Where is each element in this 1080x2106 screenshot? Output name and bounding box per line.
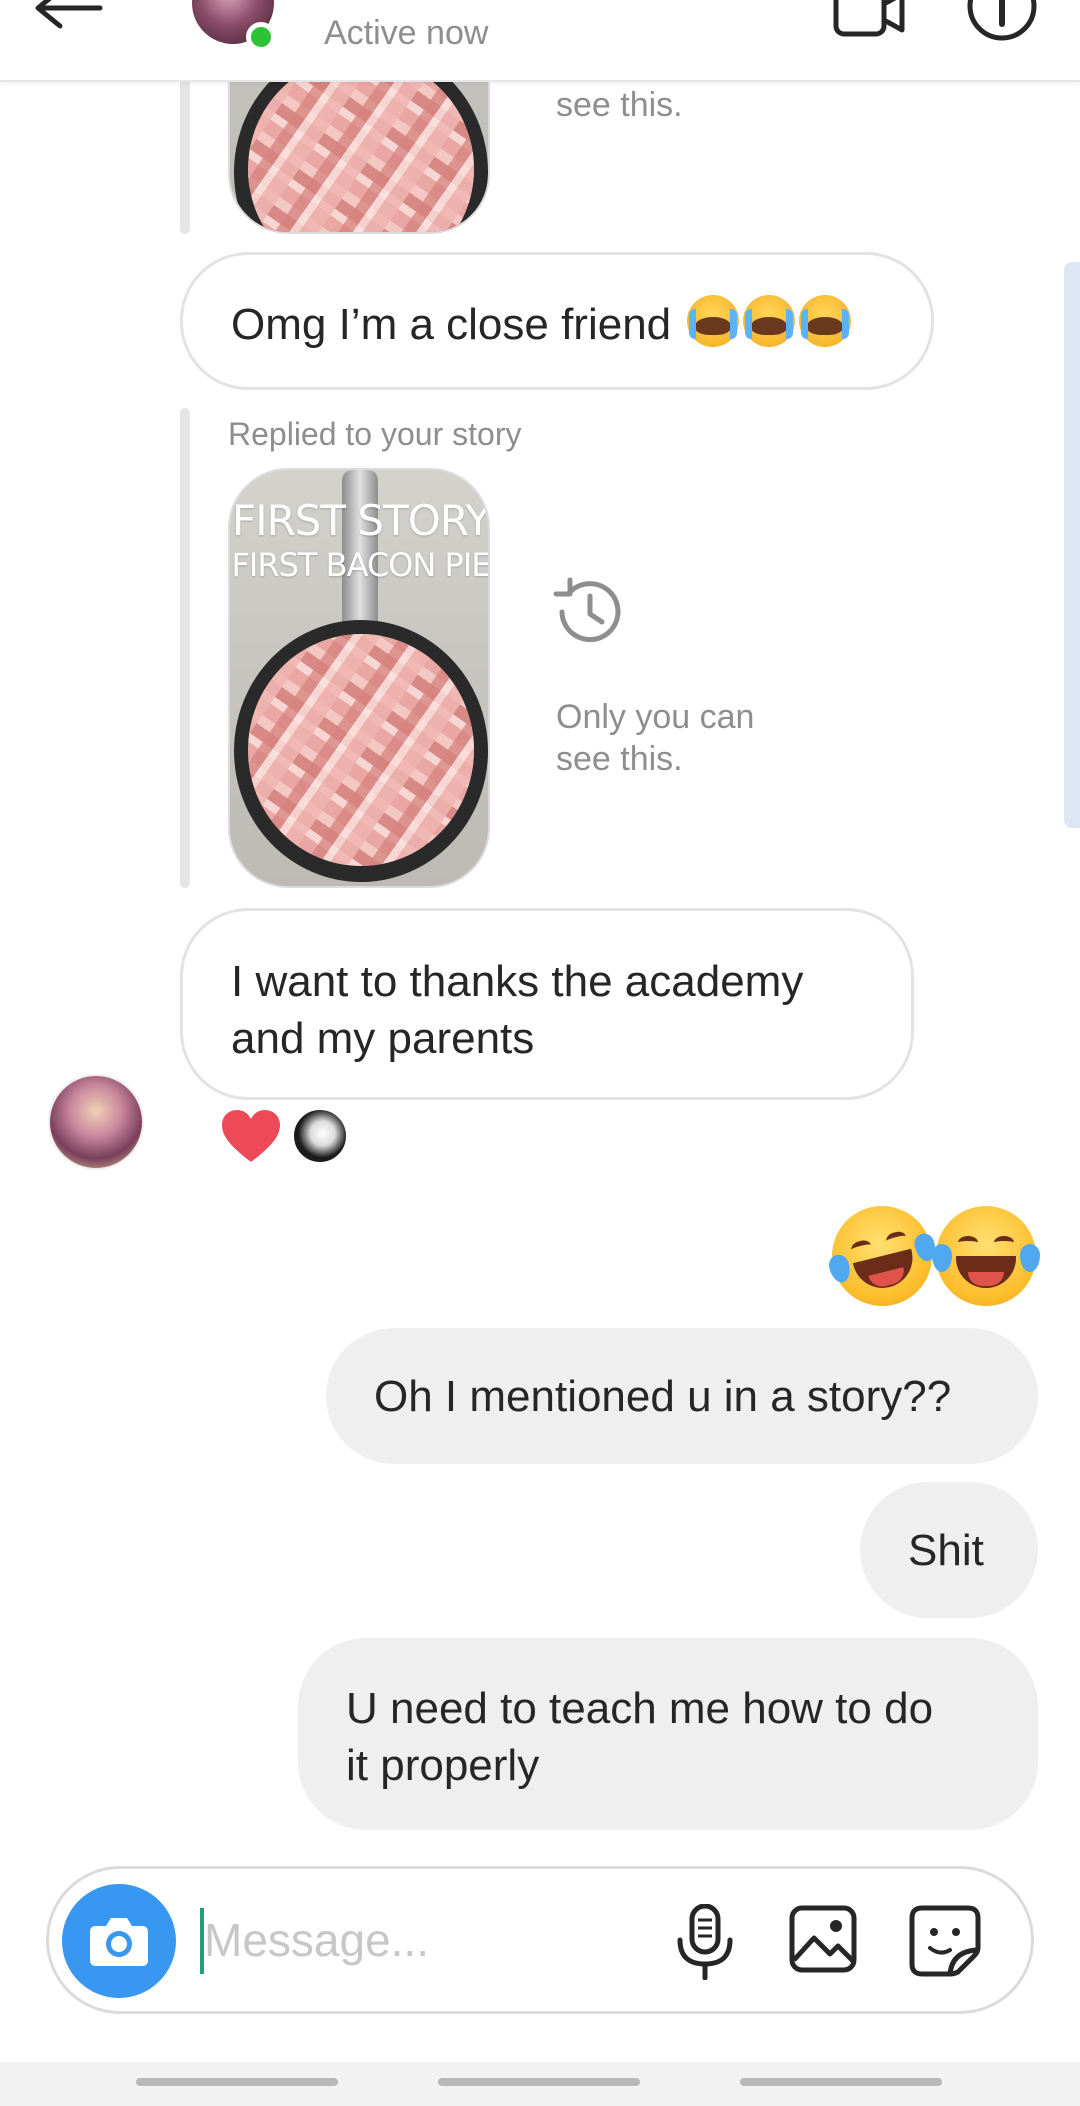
gallery-icon[interactable] — [788, 1904, 858, 1974]
camera-icon — [90, 1918, 148, 1966]
back-arrow-icon[interactable] — [30, 0, 110, 40]
sender-avatar[interactable] — [48, 1074, 144, 1170]
outgoing-message-bubble[interactable]: Oh I mentioned u in a story?? — [326, 1328, 1038, 1464]
only-you-note-line2: see this. — [556, 740, 683, 778]
online-status-dot — [246, 22, 276, 52]
outgoing-message-bubble[interactable]: U need to teach me how to do it properly — [298, 1638, 1038, 1830]
chat-header: Active now — [0, 0, 1080, 82]
tears-of-joy-emoji-icon — [932, 1206, 1040, 1306]
microphone-icon[interactable] — [670, 1904, 740, 1980]
scroll-indicator[interactable] — [1064, 262, 1080, 828]
outgoing-message-bubble[interactable]: Shit — [860, 1482, 1038, 1618]
camera-button[interactable] — [62, 1884, 176, 1998]
info-icon[interactable] — [966, 0, 1038, 42]
only-you-note-line2: see this. — [556, 86, 683, 124]
story-thumbnail[interactable]: FIRST STORY FIRST BACON PIE — [228, 468, 490, 888]
incoming-message-bubble[interactable]: Omg I’m a close friend — [180, 252, 934, 390]
laughing-emoji-icon — [821, 1195, 943, 1317]
reactor-avatar[interactable] — [292, 1108, 348, 1164]
incoming-message-bubble[interactable]: I want to thanks the academy and my pare… — [180, 908, 914, 1100]
message-input[interactable] — [204, 1900, 644, 1980]
crying-emoji-icon — [743, 295, 796, 347]
message-text-line1: U need to teach me how to do — [346, 1684, 934, 1733]
story-title-line2: FIRST BACON PIE — [231, 546, 490, 584]
crying-emoji-icon — [687, 295, 740, 347]
nav-back[interactable] — [740, 2078, 942, 2086]
message-text: Omg I’m a close friend — [231, 300, 672, 349]
video-call-icon[interactable] — [832, 0, 906, 40]
message-text-line2: and my parents — [231, 1014, 535, 1063]
sticker-icon[interactable] — [908, 1904, 982, 1978]
reply-indicator-bar — [180, 70, 190, 234]
reply-indicator-bar — [180, 408, 190, 888]
heart-reaction-icon[interactable] — [220, 1108, 282, 1164]
nav-recents[interactable] — [136, 2078, 338, 2086]
replied-to-story-label: Replied to your story — [228, 416, 522, 452]
message-text-line2: it properly — [346, 1741, 540, 1790]
nav-home[interactable] — [438, 2078, 640, 2086]
header-active-status: Active now — [324, 14, 489, 52]
message-text: Shit — [908, 1526, 984, 1575]
history-icon — [553, 577, 621, 643]
message-text: Oh I mentioned u in a story?? — [374, 1372, 952, 1421]
only-you-note-line1: Only you can — [556, 698, 755, 736]
message-text-line1: I want to thanks the academy — [231, 957, 804, 1006]
story-title-line1: FIRST STORY — [232, 496, 490, 545]
crying-emoji-icon — [799, 295, 852, 347]
system-navigation-bar — [0, 2062, 1080, 2106]
